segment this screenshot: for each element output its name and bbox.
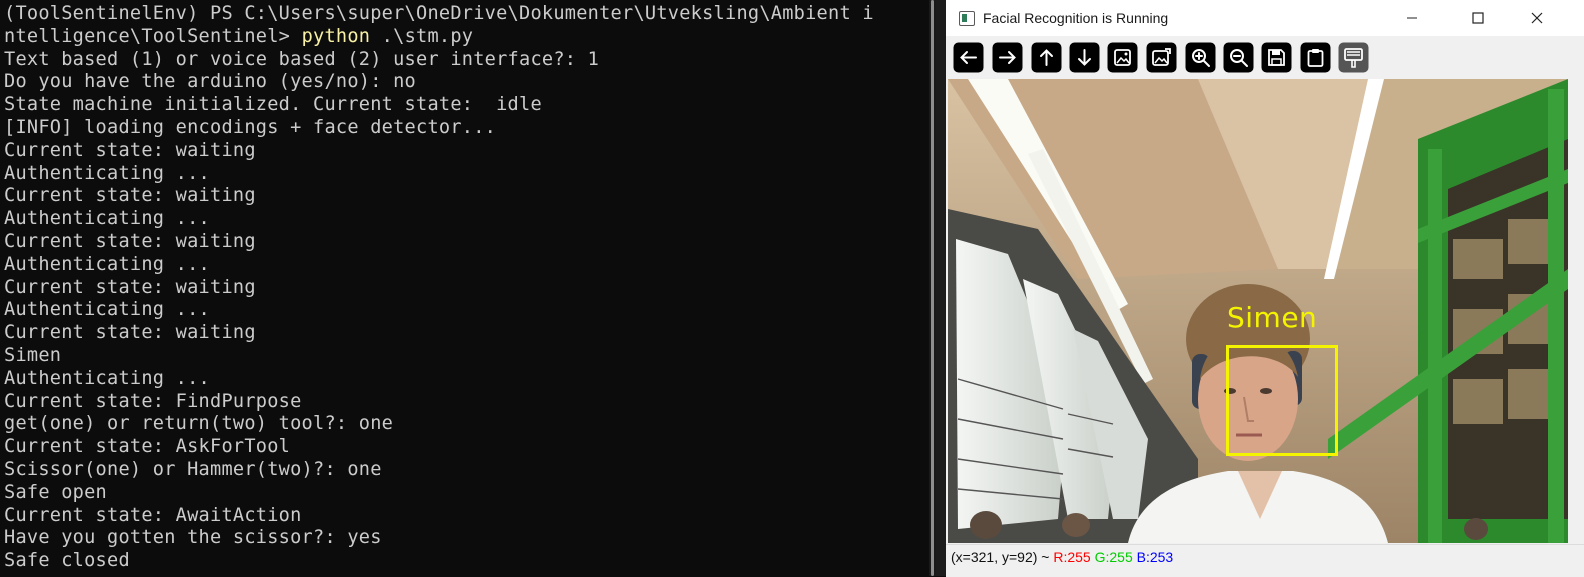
terminal-line: Authenticating ... bbox=[4, 253, 210, 275]
prompt-line: (ToolSentinelEnv) PS C:\Users\super\OneD… bbox=[4, 3, 930, 26]
terminal-line: Simen bbox=[4, 344, 62, 366]
window-title: Facial Recognition is Running bbox=[983, 10, 1169, 26]
terminal-line: Current state: waiting bbox=[4, 276, 256, 298]
terminal-line: Current state: FindPurpose bbox=[4, 390, 302, 412]
arrow-right-icon bbox=[992, 42, 1023, 73]
pan-left-button[interactable] bbox=[953, 42, 984, 73]
terminal-line: [INFO] loading encodings + face detector… bbox=[4, 116, 497, 138]
terminal-scrollbar-thumb[interactable] bbox=[931, 0, 934, 576]
pixel-info: (x=321, y=92) ~ R:255 G:255 B:253 bbox=[951, 549, 1173, 565]
terminal-line: Authenticating ... bbox=[4, 208, 210, 230]
arrow-down-icon bbox=[1069, 42, 1100, 73]
terminal-line: Authenticating ... bbox=[4, 299, 210, 321]
pan-right-button[interactable] bbox=[992, 42, 1023, 73]
terminal-line: State machine initialized. Current state… bbox=[4, 94, 542, 116]
prompt-path-continued: ntelligence\ToolSentinel> bbox=[4, 25, 302, 47]
terminal-line: Have you gotten the scissor?: yes bbox=[4, 527, 382, 549]
blue-value: B:253 bbox=[1132, 549, 1174, 565]
maximize-button[interactable] bbox=[1455, 0, 1501, 36]
terminal-line: Scissor(one) or Hammer(two)?: one bbox=[4, 458, 382, 480]
zoom-in-button[interactable] bbox=[1185, 42, 1216, 73]
terminal-output: (ToolSentinelEnv) PS C:\Users\super\OneD… bbox=[4, 3, 930, 573]
close-icon bbox=[1531, 12, 1543, 24]
camera-image[interactable]: Simen bbox=[948, 79, 1568, 543]
terminal-line: Current state: AwaitAction bbox=[4, 504, 302, 526]
pan-down-button[interactable] bbox=[1069, 42, 1100, 73]
properties-button[interactable] bbox=[1338, 42, 1369, 73]
facial-recognition-window[interactable]: Facial Recognition is Running Simen (x=3… bbox=[946, 0, 1584, 577]
save-button[interactable] bbox=[1261, 42, 1292, 73]
image-icon bbox=[1107, 42, 1138, 73]
pan-up-button[interactable] bbox=[1031, 42, 1062, 73]
maximize-icon bbox=[1472, 12, 1484, 24]
minimize-button[interactable] bbox=[1389, 0, 1435, 36]
toolbar bbox=[946, 36, 1584, 78]
terminal-line: Authenticating ... bbox=[4, 162, 210, 184]
terminal-line: Text based (1) or voice based (2) user i… bbox=[4, 48, 600, 70]
zoom-original-button[interactable] bbox=[1146, 42, 1177, 73]
terminal-line: Do you have the arduino (yes/no): no bbox=[4, 71, 416, 93]
zoom-out-icon bbox=[1223, 42, 1254, 73]
copy-to-clipboard-button[interactable] bbox=[1300, 42, 1331, 73]
command-args: .\stm.py bbox=[370, 25, 474, 47]
zoom-in-icon bbox=[1185, 42, 1216, 73]
close-button[interactable] bbox=[1514, 0, 1560, 36]
green-value: G:255 bbox=[1090, 549, 1133, 565]
save-icon bbox=[1261, 42, 1292, 73]
status-bar: (x=321, y=92) ~ R:255 G:255 B:253 bbox=[946, 544, 1584, 577]
window-divider bbox=[936, 0, 946, 576]
command-name: python bbox=[301, 25, 371, 47]
terminal-line: Current state: waiting bbox=[4, 322, 256, 344]
terminal-line: get(one) or return(two) tool?: one bbox=[4, 413, 394, 435]
cursor-coordinates: (x=321, y=92) ~ bbox=[951, 549, 1054, 565]
app-icon bbox=[959, 11, 975, 26]
terminal-line: Current state: AskForTool bbox=[4, 436, 291, 458]
image-edit-icon bbox=[1146, 42, 1177, 73]
arrow-left-icon bbox=[953, 42, 984, 73]
prompt-path: (ToolSentinelEnv) PS C:\Users\super\OneD… bbox=[4, 3, 874, 24]
terminal-line: Authenticating ... bbox=[4, 367, 210, 389]
terminal-line: Safe open bbox=[4, 481, 107, 503]
image-scrollbar[interactable] bbox=[1574, 79, 1584, 543]
face-detection-box bbox=[1226, 345, 1338, 456]
title-bar[interactable]: Facial Recognition is Running bbox=[946, 0, 1584, 36]
zoom-fit-button[interactable] bbox=[1107, 42, 1138, 73]
red-value: R:255 bbox=[1053, 549, 1091, 565]
terminal-line: Current state: waiting bbox=[4, 230, 256, 252]
face-name-label: Simen bbox=[1227, 301, 1318, 334]
minimize-icon bbox=[1407, 17, 1417, 19]
zoom-out-button[interactable] bbox=[1223, 42, 1254, 73]
terminal-window[interactable]: (ToolSentinelEnv) PS C:\Users\super\OneD… bbox=[0, 0, 936, 576]
terminal-line: Current state: waiting bbox=[4, 139, 256, 161]
terminal-line: Current state: waiting bbox=[4, 185, 256, 207]
properties-icon bbox=[1338, 42, 1369, 73]
arrow-up-icon bbox=[1031, 42, 1062, 73]
terminal-line: Safe closed bbox=[4, 550, 130, 572]
clipboard-icon bbox=[1300, 42, 1331, 73]
prompt-line: ntelligence\ToolSentinel> python .\stm.p… bbox=[4, 26, 930, 49]
